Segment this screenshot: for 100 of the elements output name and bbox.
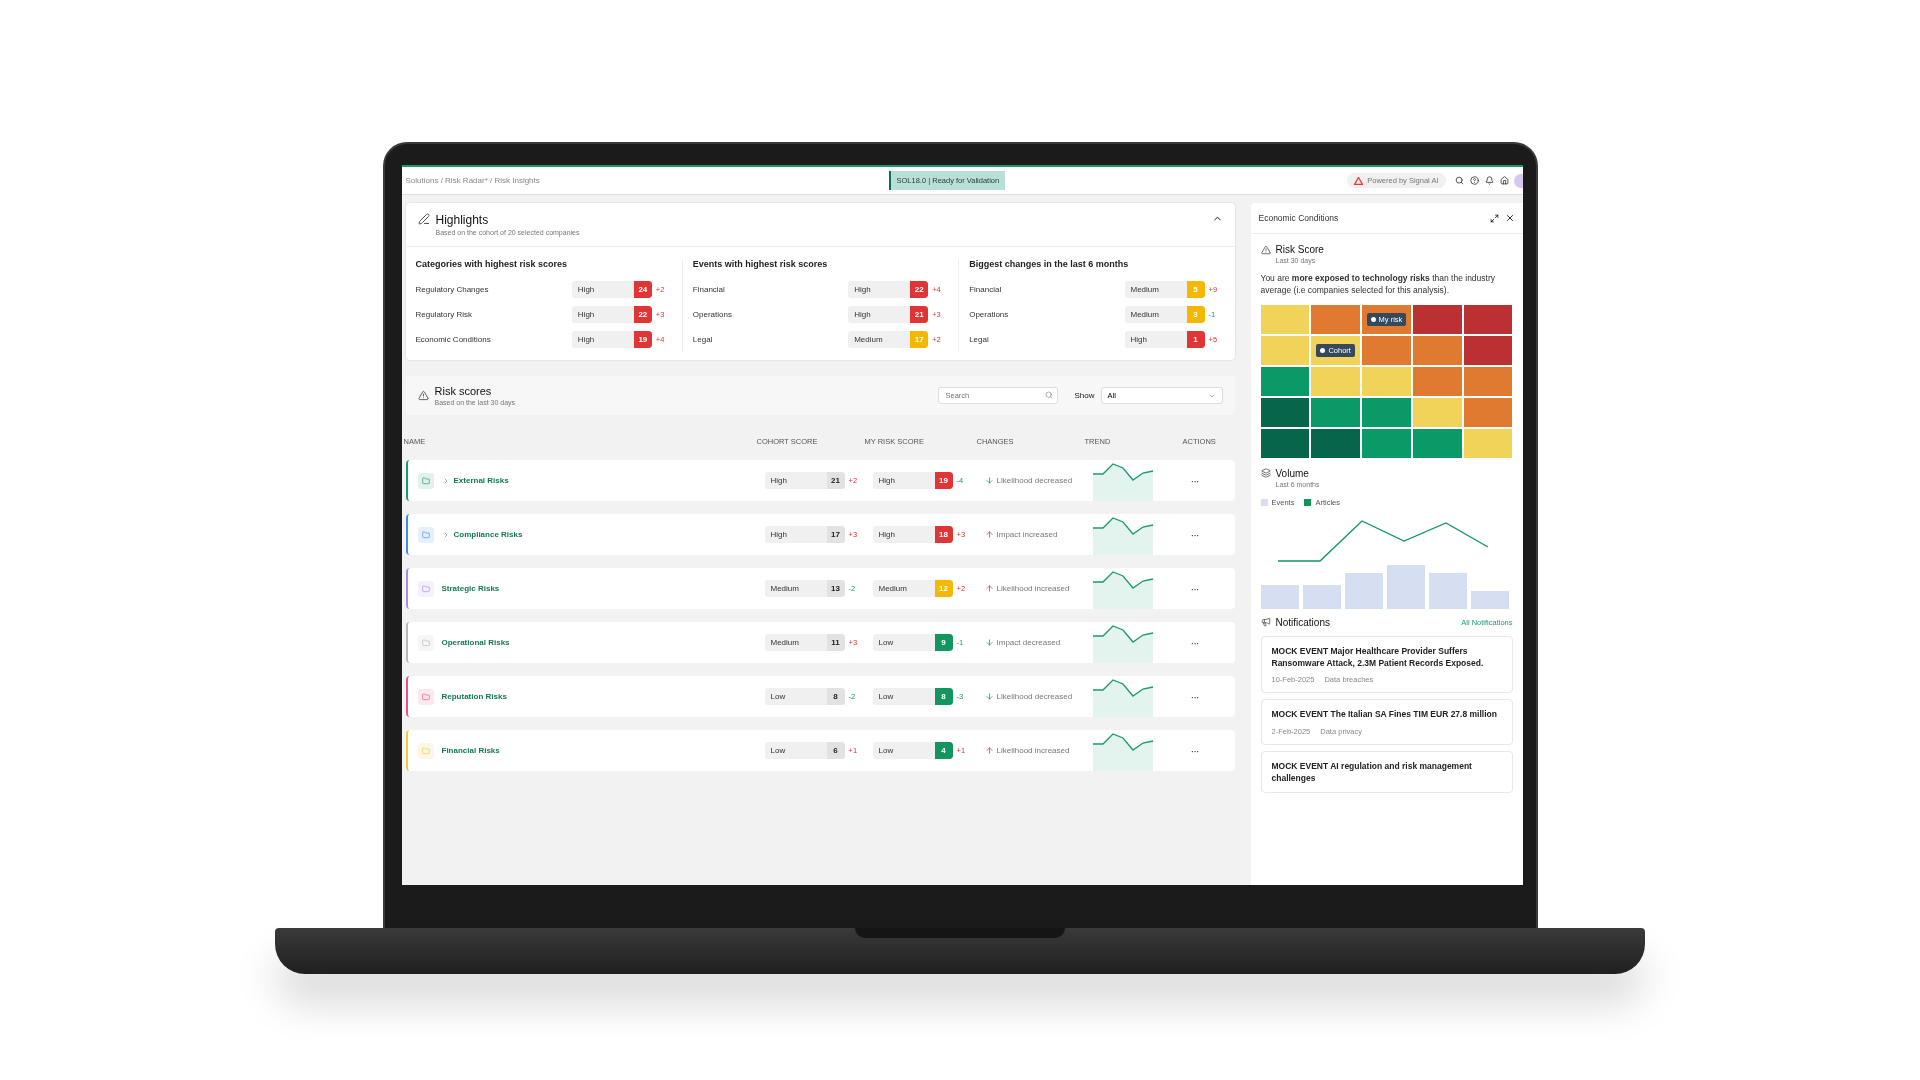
rating-label: Low xyxy=(769,692,787,701)
rating-label: High xyxy=(576,310,596,319)
rating-label: Medium xyxy=(1129,285,1160,294)
change-text: Likelihood decreased xyxy=(996,692,1073,701)
score-value: 13 xyxy=(826,580,845,597)
category-label: Regulatory Risk xyxy=(415,310,473,319)
more-button[interactable]: ··· xyxy=(1190,582,1199,595)
rating-label: Medium xyxy=(769,638,800,647)
score-value: 8 xyxy=(826,688,845,705)
events-bar xyxy=(1386,564,1425,609)
column-title: Categories with highest risk scores xyxy=(415,259,569,269)
notification-card[interactable]: MOCK EVENT AI regulation and risk management challenges xyxy=(1260,750,1513,794)
category-label: Legal xyxy=(969,335,990,344)
change-text: Likelihood decreased xyxy=(996,476,1073,485)
more-button[interactable]: ··· xyxy=(1190,744,1199,757)
folder-icon xyxy=(417,472,434,489)
score-value: 19 xyxy=(934,472,953,489)
score-value: 6 xyxy=(826,742,845,759)
risk-name[interactable]: Financial Risks xyxy=(441,746,500,755)
folder-icon xyxy=(417,580,434,597)
folder-icon xyxy=(417,742,434,759)
score-value: 17 xyxy=(910,331,929,348)
search-icon[interactable] xyxy=(1454,176,1464,185)
notification-title: MOCK EVENT AI regulation and risk management challenges xyxy=(1271,759,1473,785)
expand-icon[interactable] xyxy=(1489,213,1499,223)
card-title: Highlights xyxy=(435,213,490,227)
risk-name[interactable]: Operational Risks xyxy=(441,638,510,647)
rating-label: Low xyxy=(877,638,895,647)
change-text: Likelihood increased xyxy=(996,584,1070,593)
category-label: Regulatory Changes xyxy=(415,285,490,294)
folder-icon xyxy=(417,688,434,705)
score-value: 21 xyxy=(826,472,845,489)
rating-label: Medium xyxy=(877,584,908,593)
score-value: 22 xyxy=(910,281,929,298)
score-value: 4 xyxy=(934,742,953,759)
category-label: Operations xyxy=(692,310,733,319)
home-icon[interactable] xyxy=(1499,176,1509,185)
score-value: 22 xyxy=(633,306,652,323)
close-icon[interactable] xyxy=(1504,213,1515,223)
events-bar xyxy=(1428,572,1467,609)
rating-label: High xyxy=(1129,335,1148,344)
score-value: 18 xyxy=(934,526,953,543)
score-value: 21 xyxy=(910,306,929,323)
rating-label: High xyxy=(576,285,596,294)
rating-label: High xyxy=(877,530,896,539)
pen-icon xyxy=(417,213,430,225)
category-label: Financial xyxy=(969,285,1003,294)
section-title: Volume xyxy=(1275,467,1309,479)
rating-label: High xyxy=(769,530,788,539)
score-value: 5 xyxy=(1186,281,1205,298)
rating-label: High xyxy=(877,476,896,485)
events-bar xyxy=(1470,590,1509,609)
score-value: 3 xyxy=(1186,306,1205,323)
section-title: Risk Score xyxy=(1275,244,1324,255)
score-value: 8 xyxy=(934,688,953,705)
score-value: 12 xyxy=(934,580,953,597)
events-bar xyxy=(1344,572,1383,609)
folder-icon xyxy=(417,634,434,651)
rating-label: High xyxy=(853,310,872,319)
change-text: Impact increased xyxy=(996,530,1058,539)
warning-icon xyxy=(1260,244,1271,255)
score-value: 19 xyxy=(633,331,652,348)
events-bar xyxy=(1260,584,1299,609)
score-value: 17 xyxy=(826,526,845,543)
rating-label: Low xyxy=(877,692,895,701)
score-value: 9 xyxy=(934,634,953,651)
more-button[interactable]: ··· xyxy=(1190,636,1199,649)
events-bar xyxy=(1302,584,1341,609)
risk-name[interactable]: Strategic Risks xyxy=(441,584,500,593)
rating-label: Medium xyxy=(1129,310,1160,319)
risk-name[interactable]: Reputation Risks xyxy=(441,692,507,701)
rating-label: Low xyxy=(877,746,895,755)
score-value: 24 xyxy=(633,281,652,298)
exposure-text: You are more exposed to technology risks than the industry average (i.e companies selected for this analysis). xyxy=(1260,272,1496,297)
rating-label: High xyxy=(769,476,788,485)
category-label: Operations xyxy=(969,310,1010,319)
column-title: Biggest changes in the last 6 months xyxy=(969,259,1130,269)
column-title: Events with highest risk scores xyxy=(692,259,829,269)
more-button[interactable]: ··· xyxy=(1190,528,1199,541)
help-icon[interactable] xyxy=(1469,176,1479,185)
bell-icon[interactable] xyxy=(1484,176,1494,185)
more-button[interactable]: ··· xyxy=(1190,690,1199,703)
folder-icon xyxy=(417,526,434,543)
more-button[interactable]: ··· xyxy=(1190,474,1199,487)
section-title: Notifications xyxy=(1275,616,1330,628)
score-value: 1 xyxy=(1186,331,1205,348)
rating-label: Low xyxy=(769,746,787,755)
risk-name[interactable]: External Risks xyxy=(453,476,509,485)
breadcrumb: Solutions / Risk Radar* / Risk Insights xyxy=(405,176,540,185)
notification-title: MOCK EVENT The Italian SA Fines TIM EUR 27.8 million xyxy=(1271,708,1498,721)
change-text: Likelihood increased xyxy=(996,746,1070,755)
warning-icon xyxy=(417,390,429,401)
category-label: Financial xyxy=(692,285,726,294)
notification-title: MOCK EVENT Major Healthcare Provider Suffers Ransomware Attack, 2.3M Patient Records Exposed. xyxy=(1271,644,1485,670)
megaphone-icon xyxy=(1260,617,1271,628)
score-value: 11 xyxy=(826,634,845,651)
show-label: Show xyxy=(1074,391,1095,400)
category-label: Economic Conditions xyxy=(415,335,492,344)
triangle-logo-icon xyxy=(1354,176,1364,185)
risk-name[interactable]: Compliance Risks xyxy=(453,530,523,539)
